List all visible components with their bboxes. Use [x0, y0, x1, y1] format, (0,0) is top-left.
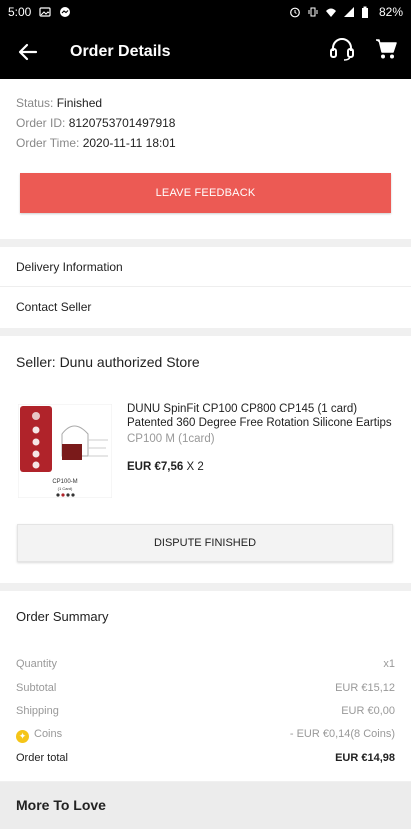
product-price: EUR €7,56 [127, 461, 184, 473]
cart-icon [376, 39, 397, 59]
vibrate-icon [307, 6, 319, 18]
shipping-value: EUR €0,00 [341, 705, 395, 717]
order-total-row: Order total EUR €14,98 [16, 752, 395, 764]
back-button[interactable] [0, 24, 56, 79]
app-bar: Order Details [0, 24, 411, 79]
delivery-information-link[interactable]: Delivery Information [0, 247, 411, 287]
thumb-subcaption: (1 Card) [58, 486, 73, 491]
more-to-love-section: More To Love [0, 782, 411, 829]
product-price-row: EUR €7,56 X 2 [127, 461, 204, 473]
support-button[interactable] [329, 37, 355, 66]
order-total-label: Order total [16, 752, 68, 764]
order-id-value: 8120753701497918 [68, 116, 176, 130]
status-time: 5:00 [8, 5, 32, 19]
product-title-line2: Patented 360 Degree Free Rotation Silico… [127, 417, 392, 429]
coins-label: Coins [34, 728, 63, 740]
order-id-label: Order ID: [16, 116, 66, 130]
order-summary-title: Order Summary [16, 609, 109, 624]
product-title-line1: DUNU SpinFit CP100 CP800 CP145 (1 card) [127, 403, 358, 415]
status-label: Status: [16, 96, 54, 110]
order-time-row: Order Time: 2020-11-11 18:01 [16, 135, 395, 151]
coin-icon: ✦ [16, 730, 29, 743]
links-card: Delivery Information Contact Seller [0, 247, 411, 328]
subtotal-row: Subtotal EUR €15,12 [16, 682, 395, 694]
product-quantity: X 2 [186, 461, 204, 473]
coins-value: - EUR €0,14(8 Coins) [289, 728, 395, 740]
product-title[interactable]: DUNU SpinFit CP100 CP800 CP145 (1 card) … [127, 402, 395, 430]
coins-label-wrap: ✦ Coins [16, 728, 62, 743]
battery-icon [361, 6, 373, 18]
status-value: Finished [56, 96, 103, 110]
wifi-icon [325, 6, 337, 18]
battery-level: 82% [378, 5, 403, 19]
subtotal-value: EUR €15,12 [335, 682, 395, 694]
coins-row: ✦ Coins - EUR €0,14(8 Coins) [16, 728, 395, 743]
order-time-value: 2020-11-11 18:01 [82, 136, 176, 150]
status-bar: 5:00 82% [0, 0, 411, 24]
page-title: Order Details [70, 42, 171, 60]
shipping-label: Shipping [16, 705, 59, 717]
dispute-finished-button[interactable]: DISPUTE FINISHED [17, 524, 393, 562]
headset-icon [330, 38, 354, 61]
signal-icon [343, 6, 355, 18]
shipping-row: Shipping EUR €0,00 [16, 705, 395, 717]
cart-button[interactable] [375, 38, 397, 65]
more-to-love-title: More To Love [16, 797, 106, 813]
alarm-icon [289, 6, 301, 18]
order-id-row: Order ID: 8120753701497918 [16, 115, 395, 131]
photo-icon [39, 6, 51, 18]
order-total-value: EUR €14,98 [335, 752, 395, 764]
order-summary-card: Order Summary Quantity x1 Subtotal EUR €… [0, 591, 411, 781]
quantity-row: Quantity x1 [16, 658, 395, 670]
order-info-card: Status: Finished Order ID: 8120753701497… [0, 79, 411, 239]
product-variant: CP100 M (1card) [127, 433, 215, 445]
quantity-label: Quantity [16, 658, 57, 670]
quantity-value: x1 [383, 658, 395, 670]
messenger-icon [59, 6, 71, 18]
product-thumbnail[interactable]: CP100-M (1 Card) [17, 403, 113, 499]
status-row: Status: Finished [16, 95, 395, 111]
contact-seller-link[interactable]: Contact Seller [0, 287, 411, 327]
seller-name: Seller: Dunu authorized Store [16, 354, 200, 370]
leave-feedback-button[interactable]: LEAVE FEEDBACK [20, 173, 391, 213]
subtotal-label: Subtotal [16, 682, 57, 694]
order-time-label: Order Time: [16, 136, 80, 150]
thumb-caption: CP100-M [52, 479, 77, 485]
arrow-left-icon [18, 43, 38, 60]
